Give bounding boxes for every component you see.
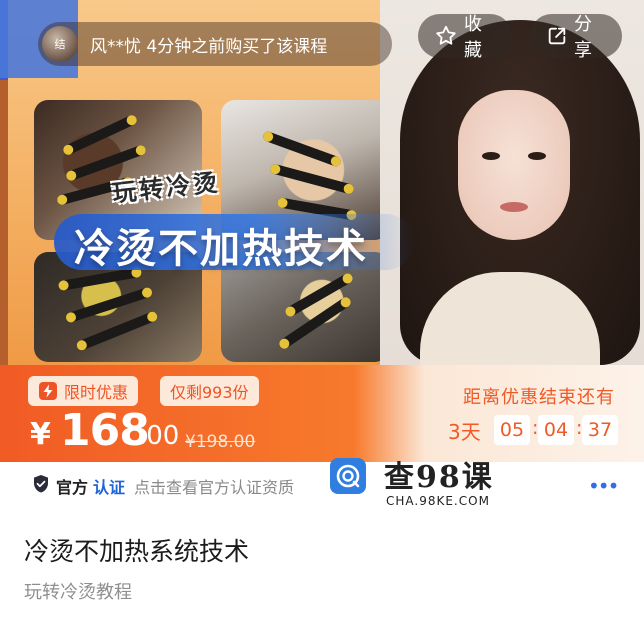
cert-official-label: 官方 (56, 478, 89, 497)
countdown-seconds: 37 (582, 415, 618, 445)
favorite-label: 收藏 (464, 14, 482, 61)
countdown-days: 3天 (448, 420, 481, 444)
purchase-toast-text: 风**忧 4分钟之前购买了该课程 (90, 36, 328, 57)
watermark-domain: CHA.98KE.COM (386, 494, 490, 508)
countdown-label: 距离优惠结束还有 (463, 387, 615, 408)
stock-remaining-label: 仅剩993份 (170, 383, 249, 402)
shield-icon (34, 475, 48, 493)
stock-remaining-tag: 仅剩993份 (160, 376, 259, 406)
price-integer: 168 (60, 405, 150, 456)
countdown-hours: 05 (494, 415, 530, 445)
cert-hint-link[interactable]: 点击查看官方认证资质 (134, 474, 294, 498)
share-icon (548, 27, 566, 45)
course-subtitle: 玩转冷烫教程 (24, 582, 132, 603)
limited-offer-label: 限时优惠 (64, 383, 129, 402)
share-label: 分享 (574, 14, 592, 61)
cert-verified-label: 认证 (93, 478, 126, 497)
course-title: 冷烫不加热系统技术 (24, 537, 250, 566)
watermark-logo-icon (330, 458, 366, 494)
purchase-toast: 结 风**忧 4分钟之前购买了该课程 (38, 22, 392, 66)
lightning-icon (39, 382, 57, 400)
avatar: 结 (42, 26, 78, 62)
watermark-title: 查98课 (384, 460, 494, 495)
star-icon (436, 25, 456, 45)
banner-title: 冷烫不加热技术 (74, 225, 368, 272)
favorite-button[interactable]: 收藏 (418, 14, 512, 61)
hero-banner[interactable]: 玩转冷烫 冷烫不加热技术 结 风**忧 4分钟之前购买了该课程 收藏 分享 (0, 0, 644, 365)
more-icon[interactable]: ••• (588, 474, 619, 498)
share-button[interactable]: 分享 (530, 14, 622, 61)
certification-row[interactable]: 官方 认证 点击查看官方认证资质 ••• (0, 462, 644, 506)
price-currency: ¥ (30, 417, 51, 452)
original-price: ¥198.00 (185, 432, 256, 452)
countdown-minutes: 04 (538, 415, 574, 445)
limited-offer-tag: 限时优惠 (28, 376, 139, 406)
price-bar: 限时优惠 仅剩993份 ¥ 168 .00 ¥198.00 距离优惠结束还有 3… (0, 365, 644, 462)
price-decimal: .00 (138, 421, 180, 451)
